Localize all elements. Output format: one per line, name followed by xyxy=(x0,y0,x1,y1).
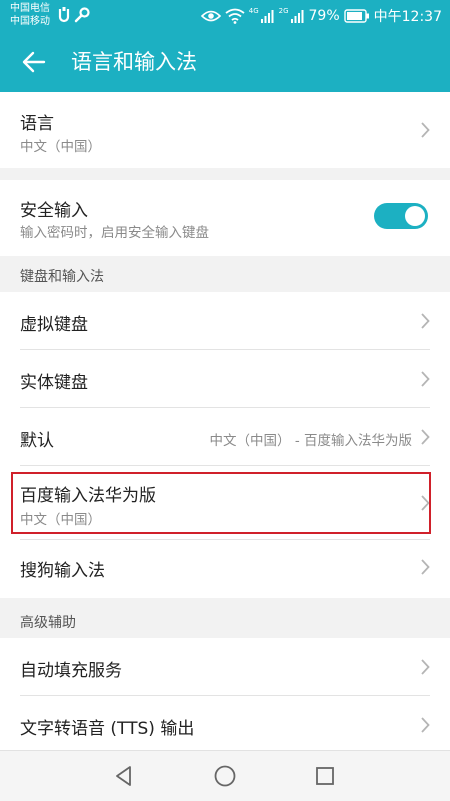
carrier-1: 中国电信 xyxy=(10,3,50,14)
status-bar: 中国电信 中国移动 4G 2G 79% 中午12:37 xyxy=(0,0,450,32)
chevron-right-icon xyxy=(421,717,430,733)
language-title: 语言 xyxy=(20,114,54,134)
tts-title: 文字转语音 (TTS) 输出 xyxy=(20,719,195,739)
chevron-right-icon xyxy=(421,122,430,138)
secure-input-group: 安全输入 输入密码时，启用安全输入键盘 xyxy=(0,180,450,256)
app-bar: 语言和输入法 xyxy=(0,32,450,92)
clock: 中午12:37 xyxy=(373,9,442,25)
battery-percent: 79% xyxy=(308,8,340,24)
back-arrow-icon xyxy=(22,51,46,73)
wrench-icon xyxy=(74,7,90,23)
back-button[interactable] xyxy=(14,46,54,78)
chevron-right-icon xyxy=(421,313,430,329)
navigation-bar xyxy=(0,750,450,801)
advanced-section-header: 高级辅助 xyxy=(20,615,76,631)
secure-input-toggle[interactable] xyxy=(374,203,428,229)
chevron-right-icon xyxy=(421,659,430,675)
physical-keyboard-row[interactable]: 实体键盘 xyxy=(0,350,450,408)
home-circle-icon[interactable] xyxy=(213,764,237,788)
default-input-row[interactable]: 默认 中文（中国） - 百度输入法华为版 xyxy=(0,408,450,466)
page-title: 语言和输入法 xyxy=(71,50,197,74)
sogou-input-row[interactable]: 搜狗输入法 xyxy=(0,540,450,598)
status-left-icons xyxy=(58,7,90,23)
chevron-right-icon xyxy=(421,371,430,387)
virtual-keyboard-row[interactable]: 虚拟键盘 xyxy=(0,292,450,350)
carrier-2: 中国移动 xyxy=(10,16,50,27)
toggle-knob xyxy=(405,206,425,226)
carrier-labels: 中国电信 中国移动 xyxy=(10,2,50,28)
network-type-1: 4G xyxy=(248,7,259,15)
back-triangle-icon[interactable] xyxy=(112,764,136,788)
status-right: 4G 2G 79% 中午12:37 xyxy=(200,0,442,32)
sogou-input-title: 搜狗输入法 xyxy=(20,561,105,581)
chevron-right-icon xyxy=(421,429,430,445)
autofill-row[interactable]: 自动填充服务 xyxy=(0,638,450,696)
usb-icon xyxy=(58,7,70,23)
battery-icon xyxy=(343,9,369,23)
language-row[interactable]: 语言 中文（中国） xyxy=(0,92,450,168)
virtual-keyboard-title: 虚拟键盘 xyxy=(20,315,88,335)
keyboard-group: 虚拟键盘 实体键盘 默认 中文（中国） - 百度输入法华为版 百度输入法华为版 … xyxy=(0,292,450,598)
default-input-title: 默认 xyxy=(20,431,54,451)
tts-row[interactable]: 文字转语音 (TTS) 输出 xyxy=(0,696,450,750)
highlight-box xyxy=(11,472,431,534)
recents-square-icon[interactable] xyxy=(313,764,337,788)
autofill-title: 自动填充服务 xyxy=(20,661,122,681)
eye-icon xyxy=(200,10,221,22)
secure-input-row[interactable]: 安全输入 输入密码时，启用安全输入键盘 xyxy=(0,180,450,256)
secure-input-title: 安全输入 xyxy=(20,201,88,221)
advanced-group: 自动填充服务 文字转语音 (TTS) 输出 xyxy=(0,638,450,750)
chevron-right-icon xyxy=(421,559,430,575)
default-input-value: 中文（中国） - 百度输入法华为版 xyxy=(209,433,412,449)
signal-icon xyxy=(260,10,274,23)
secure-input-subtitle: 输入密码时，启用安全输入键盘 xyxy=(20,225,209,241)
language-group: 语言 中文（中国） xyxy=(0,92,450,168)
signal-icon-2 xyxy=(290,10,304,23)
physical-keyboard-title: 实体键盘 xyxy=(20,373,88,393)
keyboard-section-header: 键盘和输入法 xyxy=(20,269,104,285)
wifi-icon xyxy=(225,8,245,24)
language-value: 中文（中国） xyxy=(20,139,101,155)
network-type-2: 2G xyxy=(278,7,289,15)
